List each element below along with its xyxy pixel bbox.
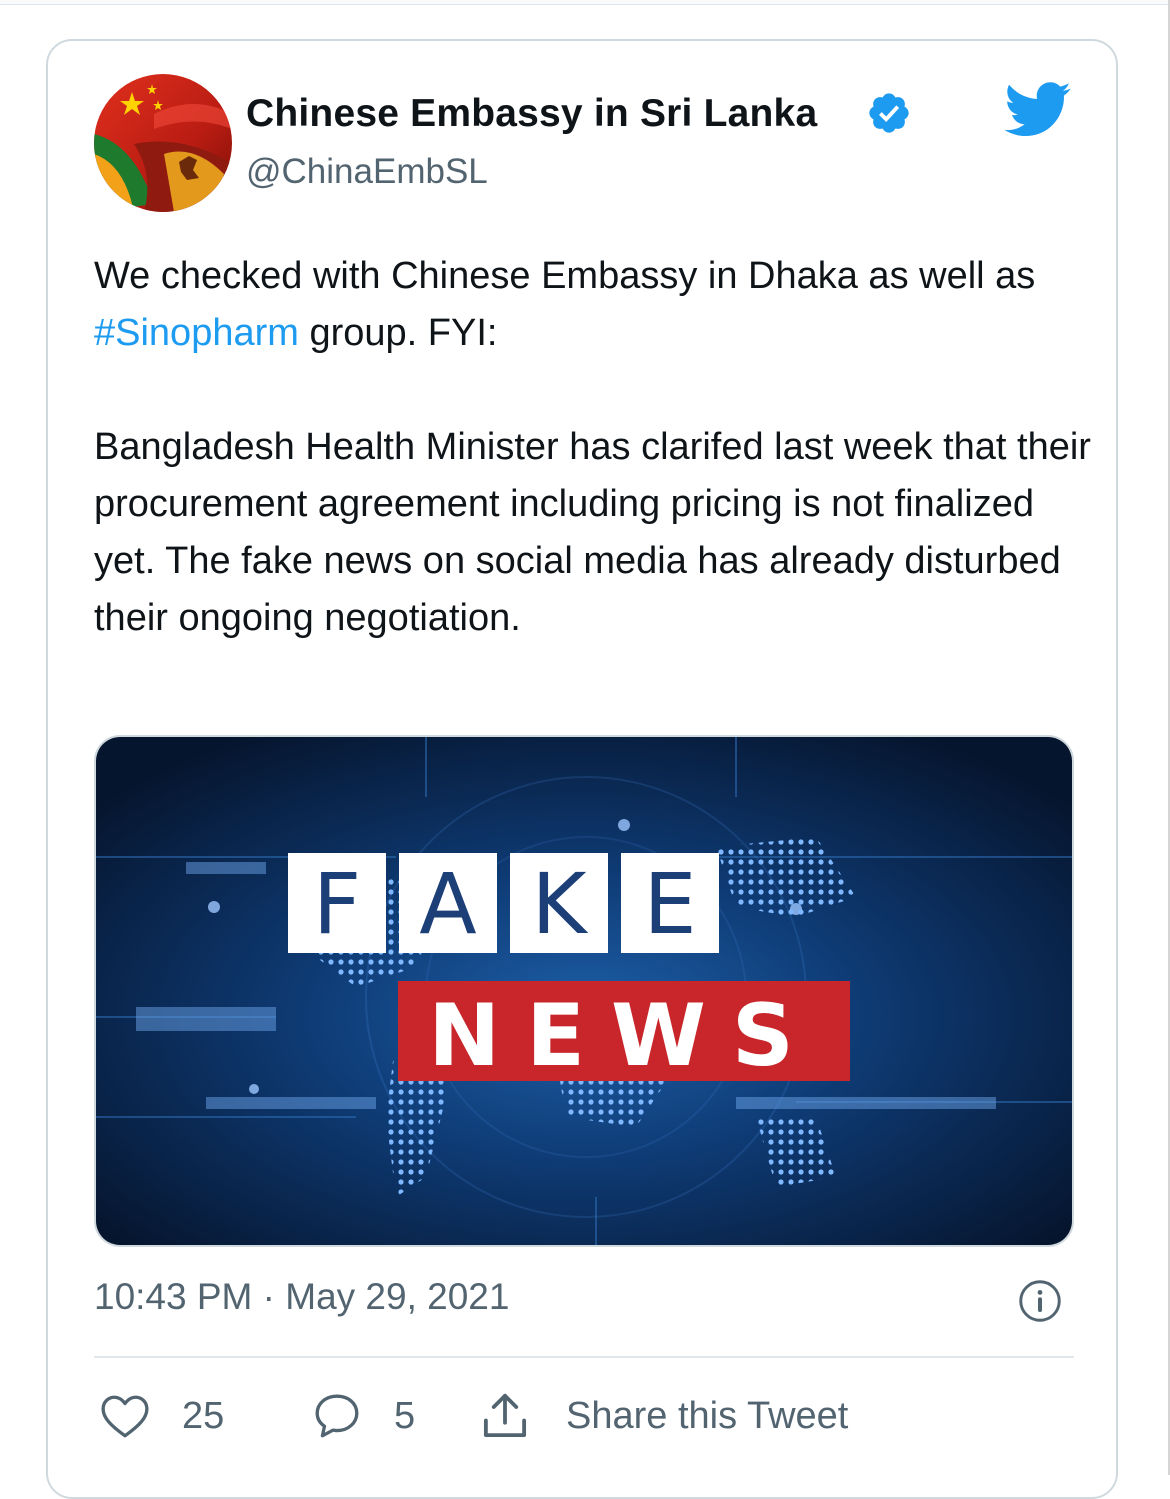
reply-button[interactable]: 5 (312, 1388, 415, 1444)
tweet-timestamp[interactable]: 10:43 PM · May 29, 2021 (94, 1276, 509, 1318)
tweet-paragraph-2: Bangladesh Health Minister has clarifed … (94, 426, 1091, 639)
display-name[interactable]: Chinese Embassy in Sri Lanka (246, 92, 817, 136)
speech-bubble-icon (315, 1394, 359, 1438)
twitter-bird-icon[interactable] (1004, 82, 1072, 138)
avatar[interactable] (94, 74, 232, 212)
tweet-paragraph-1: We checked with Chinese Embassy in Dhaka… (94, 248, 1094, 362)
like-button[interactable]: 25 (100, 1388, 224, 1444)
share-tweet-button[interactable]: Share this Tweet (478, 1388, 848, 1444)
news-text: NEWS (428, 986, 820, 1086)
share-upload-icon (483, 1393, 527, 1438)
share-label: Share this Tweet (566, 1394, 849, 1437)
like-count: 25 (182, 1394, 225, 1437)
heart-icon (101, 1395, 149, 1438)
top-edge (0, 0, 1170, 5)
avatar-flags-image (94, 74, 232, 212)
user-handle[interactable]: @ChinaEmbSL (246, 152, 488, 192)
info-icon[interactable] (1018, 1279, 1062, 1323)
fake-letter: A (419, 855, 476, 953)
hashtag-link[interactable]: #Sinopharm (94, 312, 299, 354)
tweet-text-segment: We checked with Chinese Embassy in Dhaka… (94, 255, 1036, 297)
tweet-text-segment: group. FYI: (298, 312, 498, 354)
verified-badge-icon (869, 93, 909, 133)
fake-news-image: F A K E NEWS (96, 737, 1072, 1245)
reply-count: 5 (394, 1394, 416, 1437)
tweet-text: We checked with Chinese Embassy in Dhaka… (94, 248, 1094, 647)
tweet-media-image[interactable]: F A K E NEWS (94, 735, 1074, 1247)
fake-letter: F (313, 855, 361, 953)
fake-letter: E (643, 855, 696, 953)
divider (94, 1356, 1074, 1358)
fake-letter: K (531, 855, 588, 953)
